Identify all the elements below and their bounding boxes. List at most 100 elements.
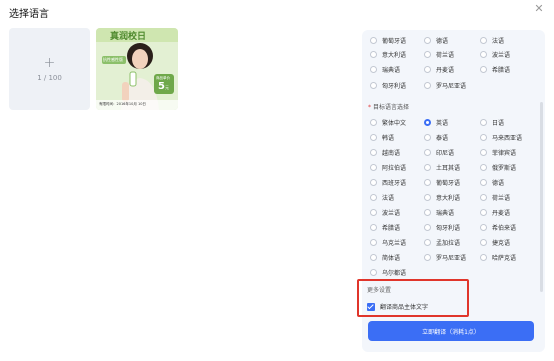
radio-button[interactable]: [370, 224, 377, 231]
target-lang-label: 泰语: [436, 135, 449, 142]
checkbox-checked[interactable]: [367, 302, 375, 311]
source-lang-italian[interactable]: 意大利语: [370, 50, 406, 59]
target-lang-option[interactable]: 土耳其语: [424, 163, 460, 172]
radio-button[interactable]: [424, 254, 431, 261]
target-lang-option[interactable]: 希伯来语: [480, 223, 516, 232]
target-lang-option[interactable]: 泰语: [424, 133, 448, 142]
target-lang-option[interactable]: 哈萨克语: [480, 253, 516, 262]
target-lang-option[interactable]: 法语: [370, 193, 394, 202]
target-lang-label: 葡萄牙语: [436, 180, 461, 187]
radio-button[interactable]: [480, 164, 487, 171]
radio-button[interactable]: [480, 119, 487, 126]
thumbnail-date-text: 有限时间：2016年10月 10日: [99, 102, 146, 106]
radio-button[interactable]: [424, 209, 431, 216]
target-lang-option[interactable]: 印尼语: [424, 148, 454, 157]
close-icon[interactable]: ✕: [534, 3, 544, 14]
target-lang-option[interactable]: 葡萄牙语: [424, 178, 460, 187]
radio-button[interactable]: [480, 37, 487, 44]
target-lang-option[interactable]: 捷克语: [480, 238, 510, 247]
target-lang-option[interactable]: 瑞典语: [424, 208, 454, 217]
source-lang-romanian[interactable]: 罗马尼亚语: [424, 81, 466, 90]
target-lang-option[interactable]: 意大利语: [424, 193, 460, 202]
radio-button[interactable]: [480, 254, 487, 261]
target-lang-option[interactable]: 德语: [480, 178, 504, 187]
radio-button[interactable]: [424, 194, 431, 201]
radio-button[interactable]: [370, 37, 377, 44]
product-thumbnail[interactable]: 真润校日 抗性感性版 商品单价 5 元 有限时间：2016年10月 10日: [96, 28, 178, 110]
radio-button[interactable]: [480, 134, 487, 141]
scrollbar[interactable]: [540, 102, 543, 292]
upload-tile[interactable]: + 1 / 100: [9, 28, 90, 110]
target-lang-option[interactable]: 罗马尼亚语: [424, 253, 466, 262]
target-lang-option[interactable]: 乌尔都语: [370, 268, 406, 277]
radio-button[interactable]: [370, 269, 377, 276]
target-lang-option[interactable]: 英语: [424, 118, 448, 127]
upload-count: 1 / 100: [37, 74, 62, 82]
radio-button[interactable]: [370, 51, 377, 58]
radio-button[interactable]: [370, 164, 377, 171]
translate-subject-text-label: 翻译商品主体文字: [380, 304, 429, 311]
target-lang-option[interactable]: 孟加拉语: [424, 238, 460, 247]
radio-button[interactable]: [370, 179, 377, 186]
radio-button[interactable]: [480, 51, 487, 58]
radio-button[interactable]: [370, 149, 377, 156]
target-lang-option[interactable]: 荷兰语: [480, 193, 510, 202]
radio-button[interactable]: [480, 239, 487, 246]
source-lang-dutch[interactable]: 荷兰语: [424, 50, 454, 59]
target-lang-option[interactable]: 西班牙语: [370, 178, 406, 187]
radio-button[interactable]: [480, 194, 487, 201]
source-lang-label: 丹麦语: [436, 67, 455, 74]
radio-button[interactable]: [370, 254, 377, 261]
target-lang-option[interactable]: 丹麦语: [480, 208, 510, 217]
target-lang-label: 德语: [492, 180, 505, 187]
radio-button[interactable]: [370, 82, 377, 89]
radio-button[interactable]: [480, 66, 487, 73]
radio-button-checked[interactable]: [424, 119, 431, 126]
radio-button[interactable]: [424, 179, 431, 186]
target-lang-option[interactable]: 简体语: [370, 253, 400, 262]
radio-button[interactable]: [424, 164, 431, 171]
target-lang-option[interactable]: 匈牙利语: [424, 223, 460, 232]
radio-button[interactable]: [370, 119, 377, 126]
radio-button[interactable]: [370, 209, 377, 216]
source-lang-polish[interactable]: 波兰语: [480, 50, 510, 59]
radio-button[interactable]: [424, 239, 431, 246]
target-lang-option[interactable]: 俄罗斯语: [480, 163, 516, 172]
radio-button[interactable]: [370, 194, 377, 201]
source-lang-portuguese[interactable]: 葡萄牙语: [370, 36, 406, 45]
radio-button[interactable]: [424, 149, 431, 156]
source-lang-french[interactable]: 法语: [480, 36, 504, 45]
source-lang-german[interactable]: 德语: [424, 36, 448, 45]
radio-button[interactable]: [424, 51, 431, 58]
target-lang-option[interactable]: 越南语: [370, 148, 400, 157]
radio-button[interactable]: [424, 224, 431, 231]
target-lang-option[interactable]: 乌克兰语: [370, 238, 406, 247]
target-lang-option[interactable]: 希腊语: [370, 223, 400, 232]
radio-button[interactable]: [480, 179, 487, 186]
target-lang-option[interactable]: 马来西亚语: [480, 133, 522, 142]
radio-button[interactable]: [480, 209, 487, 216]
target-lang-option[interactable]: 阿拉伯语: [370, 163, 406, 172]
radio-button[interactable]: [370, 134, 377, 141]
radio-button[interactable]: [424, 82, 431, 89]
target-lang-option[interactable]: 日语: [480, 118, 504, 127]
radio-button[interactable]: [424, 134, 431, 141]
target-lang-option[interactable]: 繁体中文: [370, 118, 406, 127]
radio-button[interactable]: [480, 224, 487, 231]
source-lang-swedish[interactable]: 瑞典语: [370, 65, 400, 74]
source-lang-hungarian[interactable]: 匈牙利语: [370, 81, 406, 90]
target-lang-label: 印尼语: [436, 150, 455, 157]
radio-button[interactable]: [370, 66, 377, 73]
translate-subject-text-option[interactable]: 翻译商品主体文字: [367, 302, 428, 311]
radio-button[interactable]: [480, 149, 487, 156]
source-lang-label: 法语: [492, 38, 505, 45]
radio-button[interactable]: [370, 239, 377, 246]
radio-button[interactable]: [424, 37, 431, 44]
radio-button[interactable]: [424, 66, 431, 73]
target-lang-option[interactable]: 韩语: [370, 133, 394, 142]
source-lang-greek[interactable]: 希腊语: [480, 65, 510, 74]
target-lang-option[interactable]: 波兰语: [370, 208, 400, 217]
target-lang-option[interactable]: 菲律宾语: [480, 148, 516, 157]
source-lang-danish[interactable]: 丹麦语: [424, 65, 454, 74]
translate-now-button[interactable]: 立即翻译（消耗1点）: [368, 321, 534, 341]
